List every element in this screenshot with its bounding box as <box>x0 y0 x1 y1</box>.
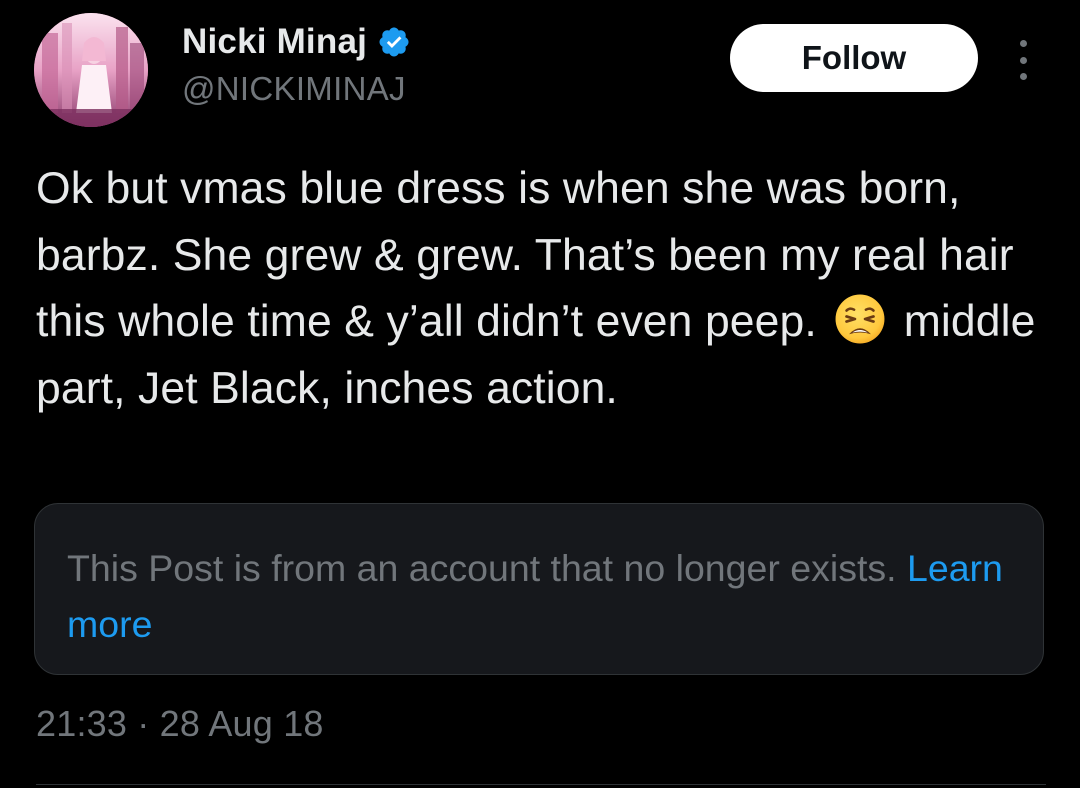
verified-badge-icon[interactable] <box>377 25 411 59</box>
more-vertical-icon[interactable] <box>1006 40 1040 80</box>
follow-button[interactable]: Follow <box>730 24 978 92</box>
account-notice-box: This Post is from an account that no lon… <box>34 503 1044 675</box>
author-avatar[interactable] <box>34 13 148 127</box>
author-handle[interactable]: @NICKIMINAJ <box>182 70 406 108</box>
author-name-row: Nicki Minaj <box>182 18 411 66</box>
post-text: Ok but vmas blue dress is when she was b… <box>36 156 1046 422</box>
account-notice-text: This Post is from an account that no lon… <box>67 540 1007 652</box>
post-header: Nicki Minaj @NICKIMINAJ Follow <box>0 0 1080 140</box>
weary-face-emoji-icon <box>833 292 887 346</box>
avatar-image <box>34 13 148 127</box>
divider <box>36 784 1046 785</box>
notice-message: This Post is from an account that no lon… <box>67 547 897 589</box>
author-display-name[interactable]: Nicki Minaj <box>182 22 367 62</box>
post-timestamp[interactable]: 21:33 · 28 Aug 18 <box>36 703 324 745</box>
